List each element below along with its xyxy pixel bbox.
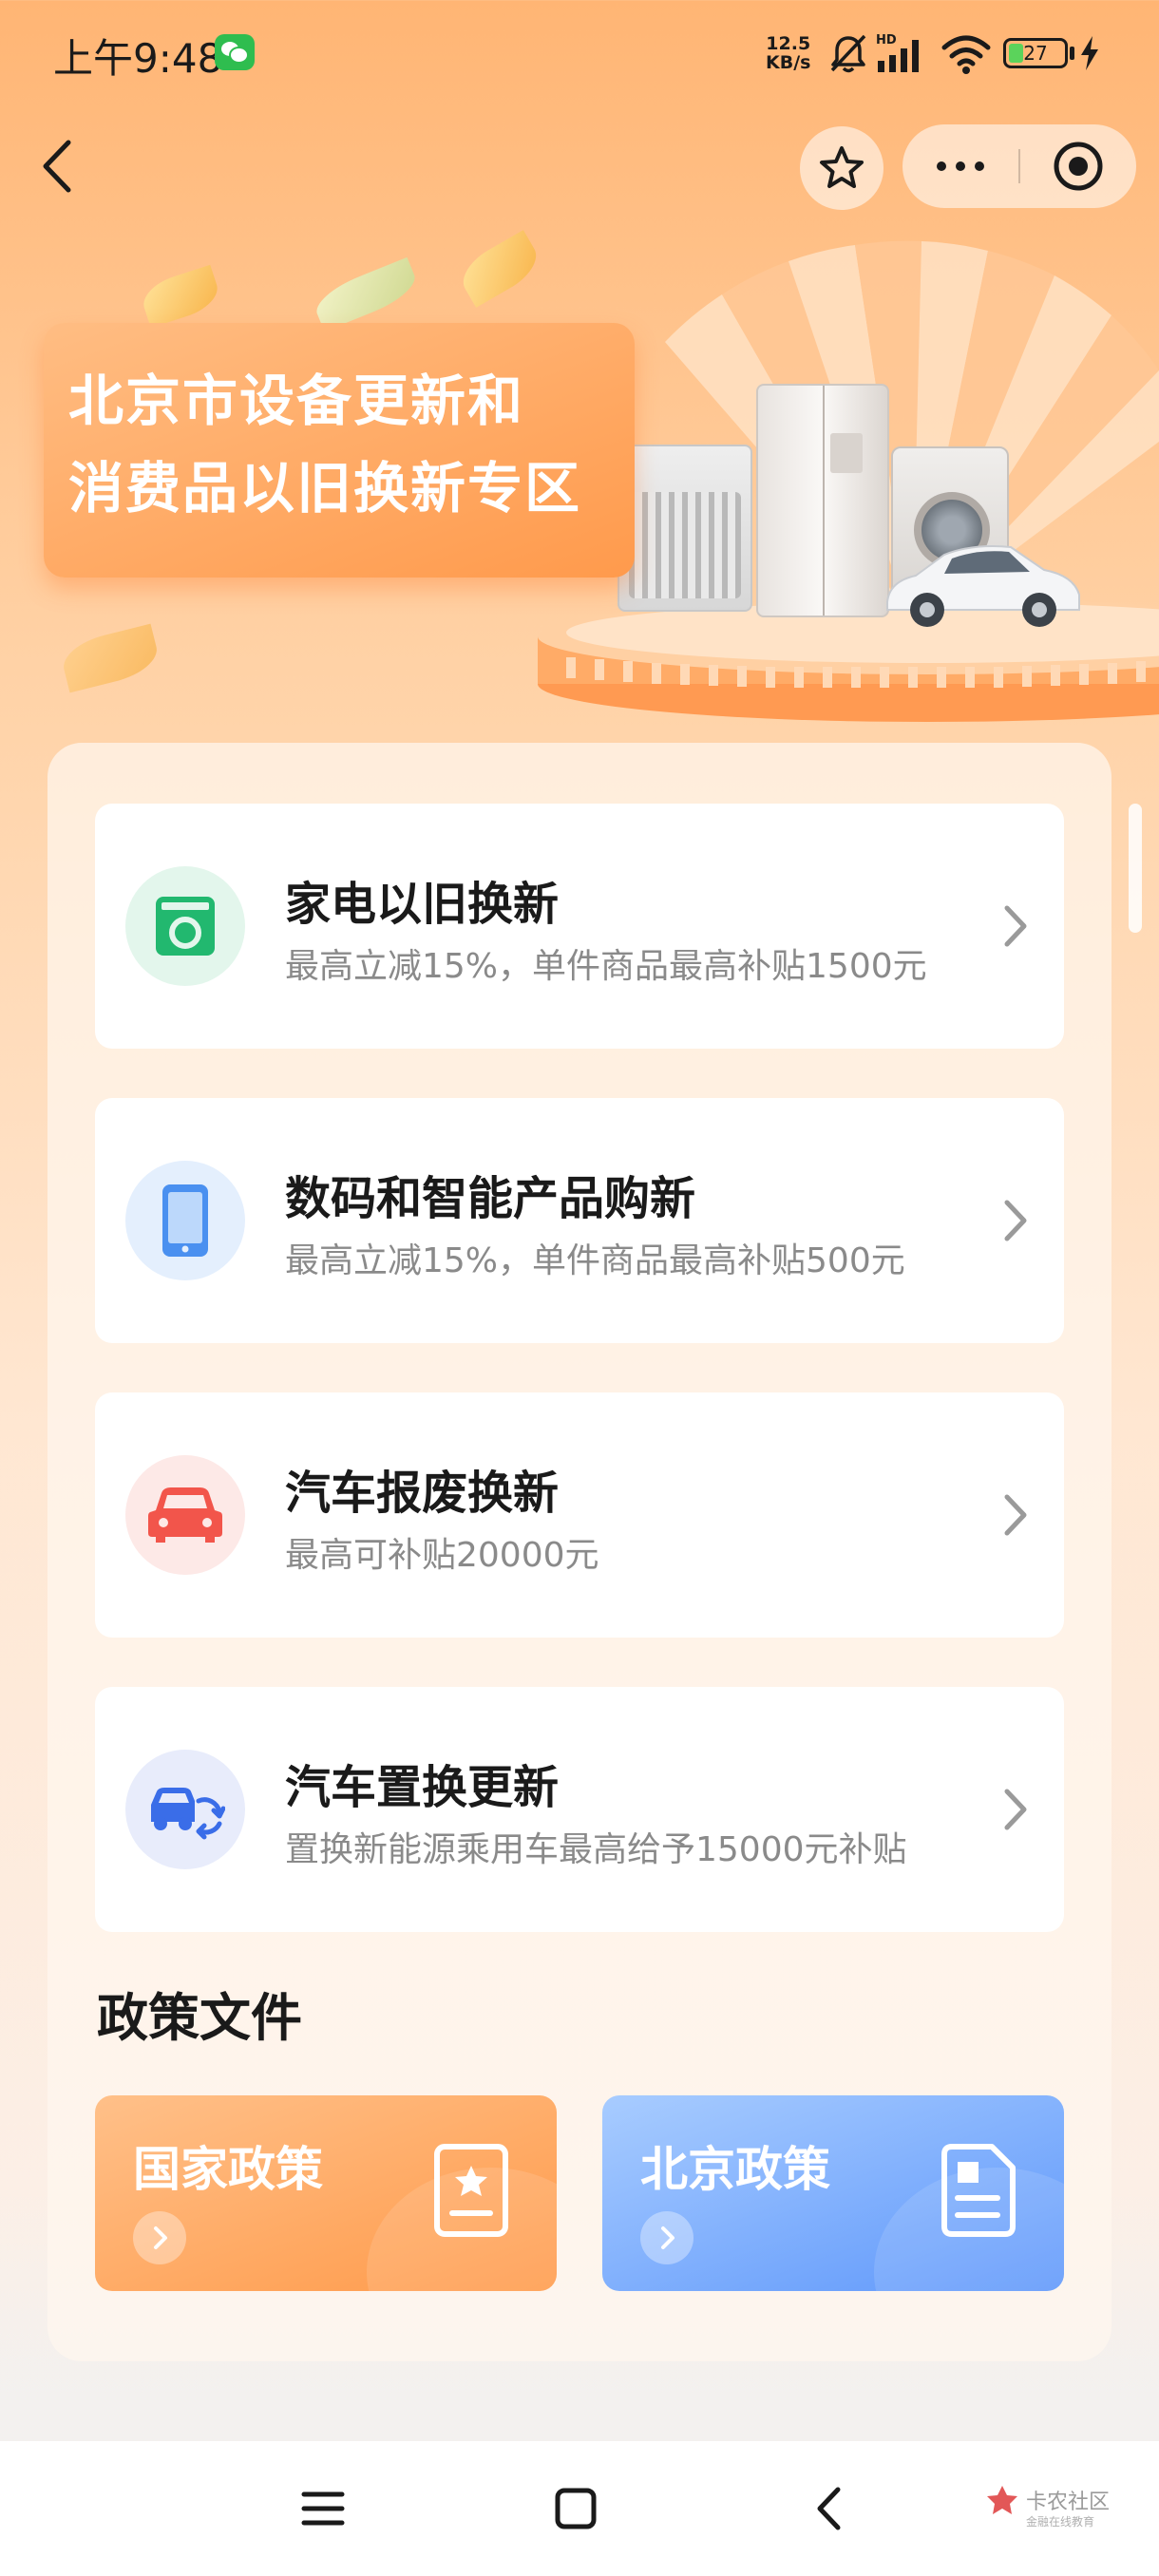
policy-card-label: 北京政策 <box>640 2142 830 2197</box>
service-title: 家电以旧换新 <box>285 878 560 931</box>
status-time: 上午9:48 <box>53 35 223 82</box>
leaf-decoration <box>58 623 162 693</box>
close-mini-program-button[interactable] <box>1020 124 1136 208</box>
home-button[interactable] <box>538 2475 614 2542</box>
car-image <box>886 545 1080 627</box>
service-item-car-scrappage[interactable]: 汽车报废换新 最高可补贴20000元 <box>95 1392 1064 1638</box>
system-navigation-bar: 卡农社区 金融在线教育 <box>0 2441 1159 2576</box>
more-icon <box>937 161 946 171</box>
menu-icon <box>301 2491 345 2526</box>
network-speed: 12.5 KB/s <box>766 34 810 72</box>
service-icon-wrap <box>125 866 245 986</box>
watermark-logo-icon <box>987 2486 1017 2514</box>
service-subtitle: 最高可补贴20000元 <box>285 1536 599 1575</box>
beijing-policy-card[interactable]: 北京政策 <box>602 2095 1064 2291</box>
policy-card-label: 国家政策 <box>133 2142 323 2197</box>
hero-title-line1: 北京市设备更新和 <box>68 369 525 433</box>
home-icon <box>555 2488 597 2529</box>
battery-icon: 27 <box>1003 38 1068 68</box>
more-icon <box>956 161 965 171</box>
service-item-car-replacement[interactable]: 汽车置换更新 置换新能源乘用车最高给予15000元补贴 <box>95 1687 1064 1932</box>
document-star-icon <box>434 2144 508 2237</box>
car-swap-icon <box>151 1788 225 1840</box>
chevron-right-icon <box>1004 1789 1027 1830</box>
hero-title-box: 北京市设备更新和 消费品以旧换新专区 <box>44 323 635 578</box>
service-title: 汽车报废换新 <box>285 1467 560 1520</box>
chevron-right-icon <box>1004 1200 1027 1241</box>
phone-icon <box>162 1184 208 1257</box>
leaf-decoration <box>310 256 422 332</box>
back-icon <box>817 2487 841 2530</box>
battery-tip <box>1070 47 1074 60</box>
more-icon <box>975 161 984 171</box>
star-icon <box>820 146 864 188</box>
network-speed-unit: KB/s <box>766 52 811 73</box>
service-icon-wrap <box>125 1455 245 1575</box>
chevron-right-icon <box>1004 1494 1027 1536</box>
scrollbar[interactable] <box>1129 804 1142 933</box>
more-button[interactable] <box>902 124 1018 208</box>
mini-program-capsule <box>902 124 1136 208</box>
network-type-label: HD <box>876 33 897 47</box>
watermark-subtext: 金融在线教育 <box>1026 2515 1095 2529</box>
hero-title-line2: 消费品以旧换新专区 <box>68 456 582 521</box>
service-item-appliance-tradein[interactable]: 家电以旧换新 最高立减15%，单件商品最高补贴1500元 <box>95 804 1064 1049</box>
status-bar: 上午9:48 12.5 KB/s HD 27 <box>0 0 1159 104</box>
signal-icon: HD <box>876 33 919 72</box>
system-back-button[interactable] <box>790 2475 866 2542</box>
chevron-right-icon <box>1004 905 1027 947</box>
dishwasher-image <box>618 445 752 612</box>
car-icon <box>148 1487 222 1543</box>
service-icon-wrap <box>125 1161 245 1280</box>
back-icon <box>43 140 71 193</box>
service-subtitle: 置换新能源乘用车最高给予15000元补贴 <box>285 1830 907 1869</box>
fridge-panel <box>830 433 863 473</box>
wechat-icon <box>215 34 255 70</box>
policy-section-title: 政策文件 <box>97 1988 302 2048</box>
close-mini-program-icon <box>1054 142 1103 191</box>
washing-machine-icon <box>156 897 215 956</box>
back-button[interactable] <box>28 133 86 199</box>
document-icon <box>941 2144 1016 2237</box>
service-icon-wrap <box>125 1750 245 1869</box>
service-title: 数码和智能产品购新 <box>285 1172 696 1225</box>
leaf-decoration <box>138 264 223 329</box>
network-speed-value: 12.5 <box>766 33 811 54</box>
service-item-digital-products[interactable]: 数码和智能产品购新 最高立减15%，单件商品最高补贴500元 <box>95 1098 1064 1343</box>
service-subtitle: 最高立减15%，单件商品最高补贴500元 <box>285 1241 905 1280</box>
battery-level: 27 <box>1023 42 1048 65</box>
watermark-text: 卡农社区 <box>1026 2491 1111 2514</box>
watermark: 卡农社区 金融在线教育 <box>984 2483 1110 2529</box>
menu-button[interactable] <box>285 2475 361 2542</box>
service-subtitle: 最高立减15%，单件商品最高补贴1500元 <box>285 947 927 986</box>
charging-icon <box>1081 36 1098 70</box>
mute-bell-icon <box>830 34 866 73</box>
fridge-image <box>756 384 889 617</box>
arrow-circle-icon <box>133 2211 186 2264</box>
leaf-decoration <box>454 230 545 308</box>
service-title: 汽车置换更新 <box>285 1761 560 1814</box>
favorite-button[interactable] <box>800 126 884 210</box>
arrow-circle-icon <box>640 2211 694 2264</box>
national-policy-card[interactable]: 国家政策 <box>95 2095 557 2291</box>
wifi-icon <box>941 35 991 74</box>
dishwasher-rack <box>629 492 741 598</box>
